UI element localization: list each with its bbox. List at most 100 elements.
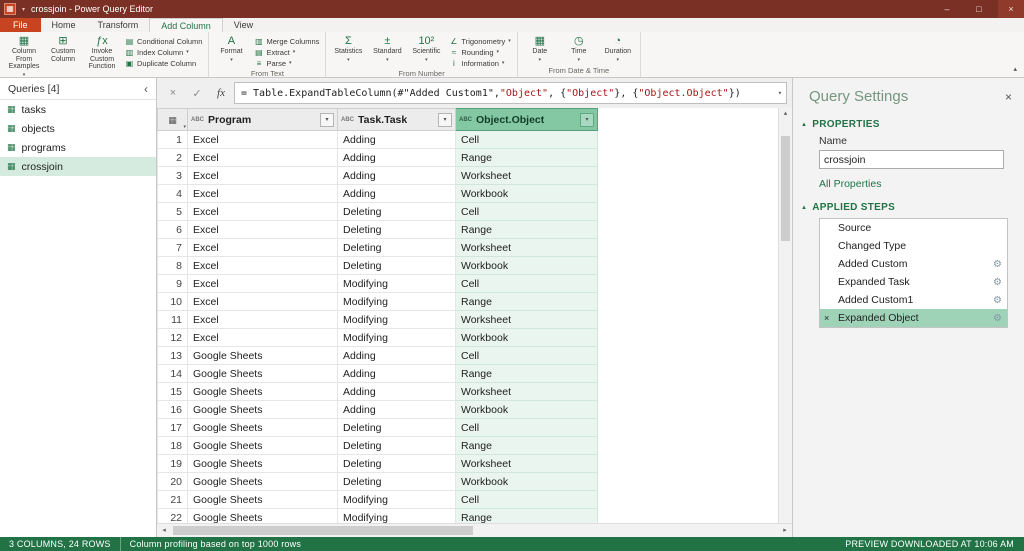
row-number-cell[interactable]: 9 (157, 274, 188, 293)
query-item-tasks[interactable]: ▦ tasks (0, 100, 156, 119)
applied-step-source[interactable]: Source (820, 219, 1007, 237)
table-cell[interactable]: Google Sheets (187, 400, 338, 419)
table-cell[interactable]: Modifying (337, 274, 456, 293)
column-from-examples-button[interactable]: ▦ Column From Examples ▾ (6, 34, 42, 79)
table-cell[interactable]: Workbook (455, 256, 598, 275)
format-button[interactable]: A Format ▾ (213, 34, 249, 64)
table-cell[interactable]: Worksheet (455, 454, 598, 473)
table-cell[interactable]: Workbook (455, 328, 598, 347)
step-settings-gear-icon[interactable]: ⚙ (993, 277, 1002, 288)
table-cell[interactable]: Cell (455, 274, 598, 293)
applied-step-expanded-object[interactable]: × Expanded Object ⚙ (820, 309, 1007, 327)
table-cell[interactable]: Range (455, 436, 598, 455)
time-button[interactable]: ◷ Time ▾ (561, 34, 597, 64)
scroll-right-icon[interactable]: ▸ (778, 525, 792, 537)
quick-access-caret-icon[interactable]: ▾ (22, 6, 25, 13)
table-cell[interactable]: Excel (187, 184, 338, 203)
table-cell[interactable]: Workbook (455, 184, 598, 203)
table-cell[interactable]: Modifying (337, 328, 456, 347)
table-cell[interactable]: Adding (337, 166, 456, 185)
table-cell[interactable]: Google Sheets (187, 490, 338, 509)
row-number-cell[interactable]: 18 (157, 436, 188, 455)
table-cell[interactable]: Excel (187, 292, 338, 311)
applied-step-changed-type[interactable]: Changed Type (820, 237, 1007, 255)
information-button[interactable]: i Information ▾ (447, 58, 512, 68)
scroll-left-icon[interactable]: ◂ (157, 525, 171, 537)
table-cell[interactable]: Adding (337, 148, 456, 167)
row-number-cell[interactable]: 5 (157, 202, 188, 221)
table-cell[interactable]: Google Sheets (187, 436, 338, 455)
row-number-cell[interactable]: 7 (157, 238, 188, 257)
table-cell[interactable]: Adding (337, 364, 456, 383)
row-number-cell[interactable]: 20 (157, 472, 188, 491)
rounding-button[interactable]: ≈ Rounding ▾ (447, 47, 512, 57)
horizontal-scrollbar[interactable]: ◂ ▸ (157, 523, 792, 537)
row-number-cell[interactable]: 12 (157, 328, 188, 347)
grid-corner-cell[interactable]: ▦ ▾ (157, 108, 188, 131)
table-cell[interactable]: Range (455, 220, 598, 239)
table-cell[interactable]: Cell (455, 346, 598, 365)
accept-formula-button[interactable]: ✓ (186, 87, 208, 100)
row-number-cell[interactable]: 21 (157, 490, 188, 509)
table-cell[interactable]: Cell (455, 490, 598, 509)
row-number-cell[interactable]: 10 (157, 292, 188, 311)
table-cell[interactable]: Excel (187, 310, 338, 329)
applied-step-expanded-task[interactable]: Expanded Task ⚙ (820, 273, 1007, 291)
table-cell[interactable]: Range (455, 292, 598, 311)
table-cell[interactable]: Excel (187, 328, 338, 347)
table-cell[interactable]: Excel (187, 202, 338, 221)
table-cell[interactable]: Deleting (337, 436, 456, 455)
row-number-cell[interactable]: 16 (157, 400, 188, 419)
row-number-cell[interactable]: 14 (157, 364, 188, 383)
expand-formula-caret-icon[interactable]: ▾ (778, 89, 782, 97)
row-number-cell[interactable]: 1 (157, 130, 188, 149)
table-cell[interactable]: Modifying (337, 310, 456, 329)
table-cell[interactable]: Cell (455, 418, 598, 437)
properties-section-header[interactable]: ▲ PROPERTIES (801, 119, 1014, 130)
parse-button[interactable]: ≡ Parse ▾ (252, 58, 321, 68)
table-cell[interactable]: Cell (455, 202, 598, 221)
row-number-cell[interactable]: 6 (157, 220, 188, 239)
vertical-scrollbar-thumb[interactable] (781, 136, 790, 241)
table-cell[interactable]: Google Sheets (187, 346, 338, 365)
step-settings-gear-icon[interactable]: ⚙ (993, 295, 1002, 306)
row-number-cell[interactable]: 8 (157, 256, 188, 275)
invoke-custom-function-button[interactable]: ƒx Invoke Custom Function (84, 34, 120, 71)
applied-steps-section-header[interactable]: ▲ APPLIED STEPS (801, 202, 1014, 213)
row-number-cell[interactable]: 11 (157, 310, 188, 329)
query-item-programs[interactable]: ▦ programs (0, 138, 156, 157)
table-cell[interactable]: Deleting (337, 256, 456, 275)
row-number-cell[interactable]: 17 (157, 418, 188, 437)
row-number-cell[interactable]: 15 (157, 382, 188, 401)
table-cell[interactable]: Worksheet (455, 166, 598, 185)
tab-view[interactable]: View (223, 18, 264, 32)
index-column-button[interactable]: ▥ Index Column ▾ (123, 47, 204, 57)
applied-step-added-custom1[interactable]: Added Custom1 ⚙ (820, 291, 1007, 309)
applied-step-added-custom[interactable]: Added Custom ⚙ (820, 255, 1007, 273)
table-cell[interactable]: Adding (337, 130, 456, 149)
table-cell[interactable]: Deleting (337, 238, 456, 257)
table-cell[interactable]: Deleting (337, 220, 456, 239)
row-number-cell[interactable]: 19 (157, 454, 188, 473)
duplicate-column-button[interactable]: ▣ Duplicate Column (123, 58, 204, 68)
scroll-up-icon[interactable]: ▴ (779, 108, 792, 120)
minimize-button[interactable]: – (934, 0, 960, 18)
table-cell[interactable]: Modifying (337, 292, 456, 311)
table-cell[interactable]: Adding (337, 382, 456, 401)
all-properties-link[interactable]: All Properties (819, 178, 1024, 190)
table-cell[interactable]: Adding (337, 184, 456, 203)
table-cell[interactable]: Deleting (337, 472, 456, 491)
table-cell[interactable]: Deleting (337, 202, 456, 221)
query-name-input[interactable] (819, 150, 1004, 169)
date-button[interactable]: ▦ Date ▾ (522, 34, 558, 64)
delete-step-icon[interactable]: × (824, 313, 829, 323)
cancel-formula-button[interactable]: × (162, 87, 184, 99)
close-window-button[interactable]: × (998, 0, 1024, 18)
row-number-cell[interactable]: 3 (157, 166, 188, 185)
table-cell[interactable]: Excel (187, 166, 338, 185)
table-cell[interactable]: Google Sheets (187, 472, 338, 491)
table-cell[interactable]: Modifying (337, 490, 456, 509)
row-number-cell[interactable]: 13 (157, 346, 188, 365)
table-cell[interactable]: Excel (187, 238, 338, 257)
scientific-button[interactable]: 10² Scientific ▾ (408, 34, 444, 64)
